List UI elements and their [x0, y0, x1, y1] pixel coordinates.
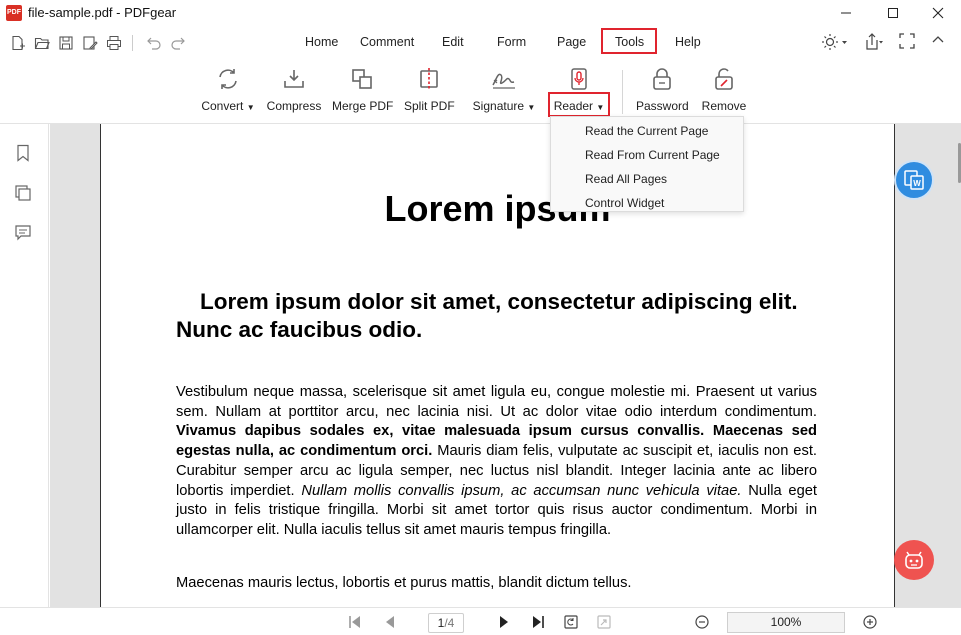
signature-label: Signature [472, 99, 525, 113]
robot-icon [905, 551, 923, 569]
title-bar: PDF file-sample.pdf - PDFgear [0, 0, 961, 26]
page-number-field[interactable]: 1/4 [428, 613, 464, 633]
convert-icon [219, 69, 237, 89]
paragraph-text: Vestibulum neque massa, scelerisque sit … [176, 384, 817, 420]
thumbnails-icon[interactable] [14, 184, 32, 202]
document-paragraph-1: Vestibulum neque massa, scelerisque sit … [176, 383, 817, 541]
compress-label: Compress [266, 99, 322, 113]
pdf-to-word-icon: W [904, 170, 924, 190]
close-button[interactable] [915, 0, 961, 26]
merge-pdf-button[interactable]: Merge PDF [332, 66, 394, 113]
control-widget-item[interactable]: Control Widget [585, 196, 664, 210]
svg-text:W: W [913, 179, 921, 188]
convert-to-word-button[interactable]: W [894, 160, 934, 200]
menu-form[interactable]: Form [497, 35, 526, 49]
tools-highlight-box [601, 28, 657, 54]
paragraph-italic-text: Nullam mollis convallis ipsum, ac accums… [301, 482, 742, 499]
ai-assistant-button[interactable] [894, 540, 934, 580]
first-page-icon [349, 616, 360, 628]
microphone-icon [571, 68, 587, 90]
maximize-icon [888, 8, 898, 18]
menu-home[interactable]: Home [305, 35, 338, 49]
comments-icon[interactable] [14, 224, 32, 242]
menu-edit[interactable]: Edit [442, 35, 464, 49]
last-page-icon [533, 616, 544, 628]
status-bar: 1/4 100% [0, 607, 961, 635]
fullscreen-button[interactable] [899, 33, 915, 53]
previous-page-button[interactable] [382, 614, 398, 630]
split-pdf-button[interactable]: Split PDF [404, 66, 455, 113]
lock-icon [653, 68, 671, 90]
menu-comment[interactable]: Comment [360, 35, 414, 49]
share-button[interactable] [864, 33, 884, 53]
zoom-out-button[interactable] [694, 614, 710, 630]
zoom-out-icon [695, 615, 709, 629]
bookmark-icon[interactable] [14, 144, 32, 162]
maximize-button[interactable] [870, 0, 916, 26]
ribbon-separator [622, 70, 623, 114]
theme-toggle[interactable] [822, 33, 848, 53]
pdf-page: Lorem ipsum Lorem ipsum dolor sit amet, … [100, 124, 895, 607]
fullscreen-icon [899, 33, 915, 49]
next-page-icon [500, 616, 508, 628]
document-heading-1: Lorem ipsum [384, 188, 611, 229]
convert-label: Convert [201, 99, 244, 113]
remove-label: Remove [701, 99, 747, 113]
compress-icon [284, 70, 304, 88]
minimize-icon [841, 12, 851, 14]
document-heading-2: Lorem ipsum dolor sit amet, consectetur … [176, 289, 798, 342]
signature-button[interactable]: Signature ▼ [472, 66, 536, 113]
collapse-ribbon-button[interactable] [931, 33, 945, 53]
convert-button[interactable]: Convert ▼ [199, 66, 257, 113]
zoom-level-field[interactable]: 100% [727, 612, 845, 633]
window-title: file-sample.pdf - PDFgear [28, 5, 177, 20]
minimize-button[interactable] [823, 0, 869, 26]
read-from-current-page-item[interactable]: Read From Current Page [585, 148, 720, 162]
next-page-button[interactable] [496, 614, 512, 630]
total-pages: /4 [444, 616, 455, 630]
document-viewport[interactable]: Lorem ipsum Lorem ipsum dolor sit amet, … [50, 124, 961, 607]
unlock-icon [715, 68, 733, 90]
forward-view-icon [597, 615, 611, 629]
menu-help[interactable]: Help [675, 35, 701, 49]
zoom-in-icon [863, 615, 877, 629]
read-all-pages-item[interactable]: Read All Pages [585, 172, 667, 186]
remove-password-button[interactable]: Remove [700, 66, 748, 113]
zoom-in-button[interactable] [862, 614, 878, 630]
share-icon [866, 33, 883, 50]
document-paragraph-2: Maecenas mauris lectus, lobortis et puru… [176, 575, 632, 591]
close-icon [932, 7, 944, 19]
chevron-up-icon [932, 36, 944, 43]
last-page-button[interactable] [530, 614, 546, 630]
split-icon [420, 68, 438, 90]
compress-button[interactable]: Compress [266, 66, 322, 113]
sun-icon [822, 34, 847, 50]
redo-view-button[interactable] [596, 614, 612, 630]
left-sidebar [0, 124, 49, 635]
rotate-button[interactable] [563, 614, 579, 630]
reader-highlight-box [548, 92, 610, 117]
split-pdf-label: Split PDF [404, 99, 455, 113]
read-current-page-item[interactable]: Read the Current Page [585, 124, 708, 138]
signature-icon [492, 73, 515, 89]
pdfgear-logo: PDF [6, 5, 22, 21]
main-menu: Home Comment Edit Form Page Tools Help [0, 35, 961, 51]
merge-icon [352, 69, 372, 89]
merge-pdf-label: Merge PDF [332, 99, 394, 113]
menu-page[interactable]: Page [557, 35, 586, 49]
password-button[interactable]: Password [636, 66, 689, 113]
first-page-button[interactable] [347, 614, 363, 630]
reader-dropdown-menu: Read the Current Page Read From Current … [550, 116, 744, 212]
previous-page-icon [386, 616, 394, 628]
password-label: Password [636, 99, 689, 113]
rotate-icon [564, 615, 578, 629]
